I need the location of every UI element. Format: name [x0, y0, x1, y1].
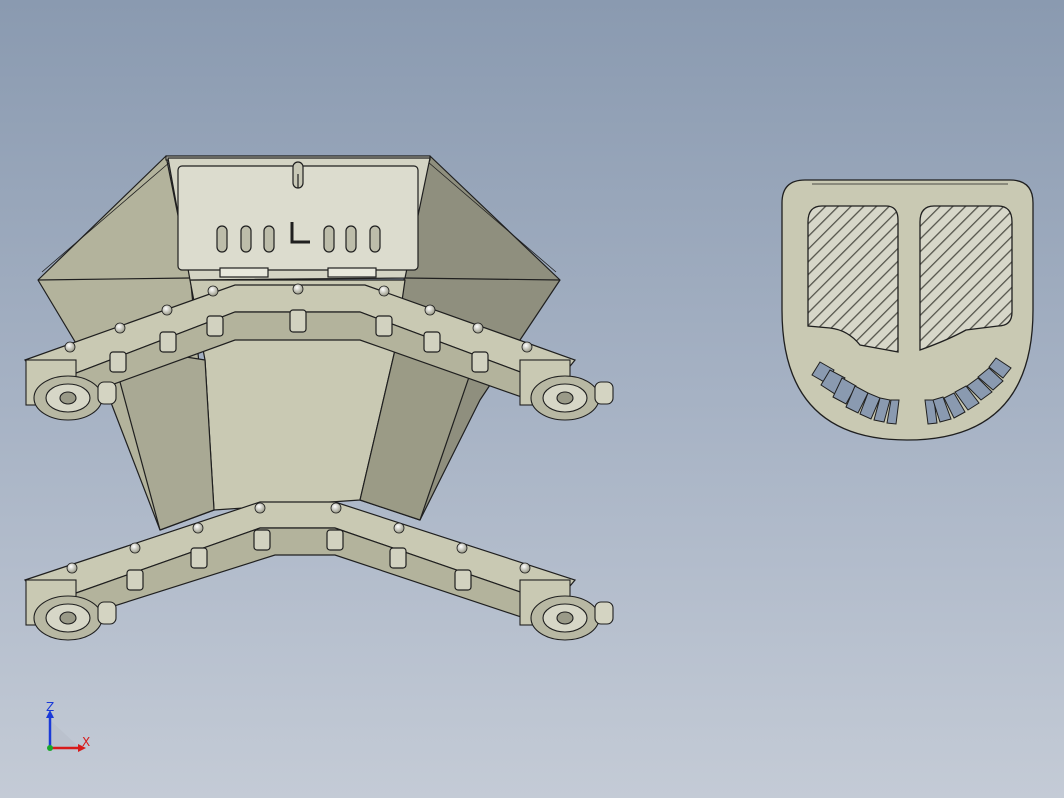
latch-icon — [292, 161, 304, 189]
z-axis-label: Z — [46, 700, 54, 714]
caster-wheel-rear-right[interactable] — [519, 579, 614, 641]
hinge — [327, 267, 377, 278]
model-view[interactable]: Z X — [0, 0, 1064, 798]
x-axis-label: X — [82, 735, 90, 749]
coordinate-triad: Z X — [46, 700, 90, 752]
grate-plate[interactable] — [781, 179, 1034, 441]
hinge — [219, 267, 269, 278]
caster-wheel-front-right[interactable] — [519, 359, 614, 421]
cad-graphics-viewport[interactable]: Z X — [0, 0, 1064, 798]
access-door[interactable] — [167, 157, 431, 281]
